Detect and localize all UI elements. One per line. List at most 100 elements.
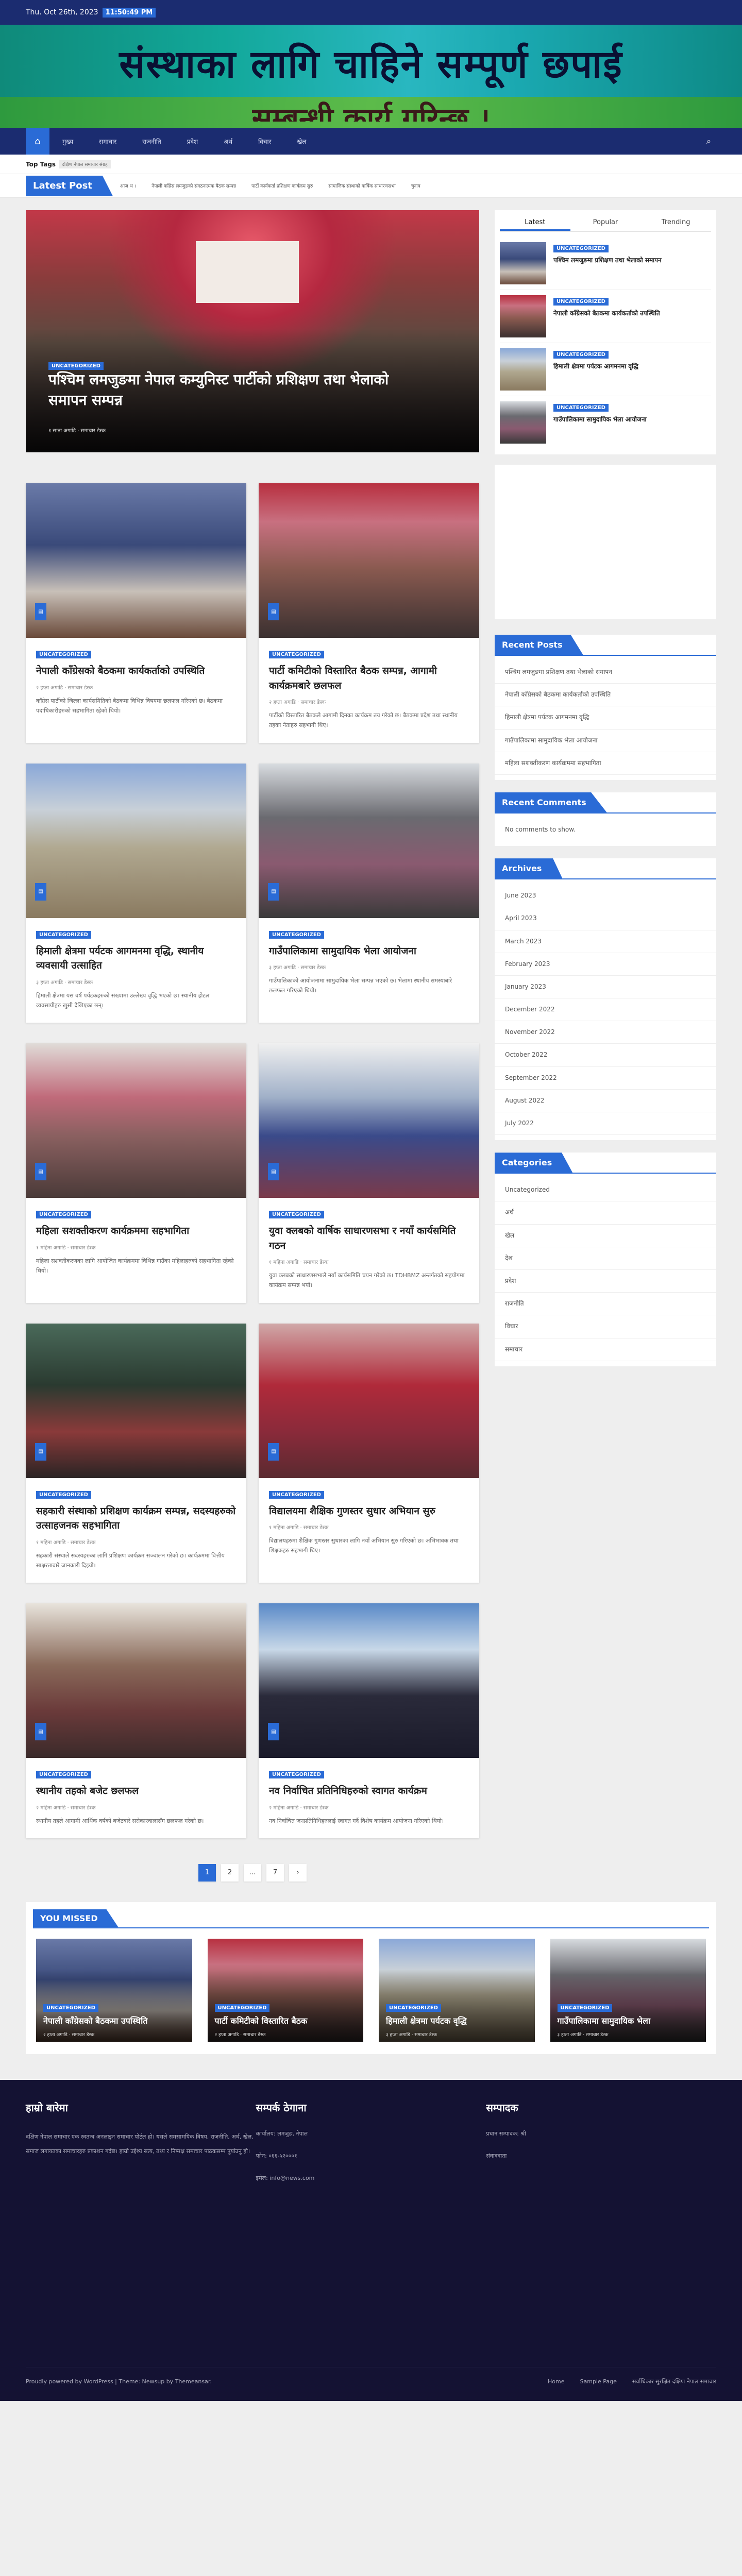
recent-post-link[interactable]: नेपाली काँग्रेसको बैठकमा कार्यकर्ताको उप… xyxy=(495,684,716,707)
category-badge[interactable]: UNCATEGORIZED xyxy=(553,245,609,252)
category-badge[interactable]: UNCATEGORIZED xyxy=(43,2004,98,2012)
top-tag[interactable]: दक्षिण नेपाल समाचार संग्रह xyxy=(59,160,111,168)
category-link[interactable]: Uncategorized xyxy=(495,1179,716,1202)
footer-link[interactable]: संवाददाता xyxy=(486,2152,716,2160)
missed-post-card[interactable]: UNCATEGORIZED हिमाली क्षेत्रमा पर्यटक वृद… xyxy=(379,1938,535,2042)
footer-link[interactable]: प्रधान सम्पादक: श्री xyxy=(486,2130,716,2138)
header-banner[interactable]: संस्थाका लागि चाहिने सम्पूर्ण छपाई सम्बन… xyxy=(0,25,742,128)
ticker-item[interactable]: चुनाव xyxy=(411,182,420,189)
category-badge[interactable]: UNCATEGORIZED xyxy=(48,362,104,370)
post-image[interactable]: ▤ xyxy=(259,1323,479,1478)
nav-item[interactable]: मुख्य xyxy=(49,137,86,146)
category-badge[interactable]: UNCATEGORIZED xyxy=(36,651,91,658)
tab-post-thumb[interactable] xyxy=(500,242,546,284)
footer-link[interactable]: कार्यालय: लमजुङ, नेपाल xyxy=(256,2130,486,2138)
missed-post-card[interactable]: UNCATEGORIZED पार्टी कमिटीको विस्तारित बै… xyxy=(207,1938,363,2042)
tab-post-title[interactable]: नेपाली काँग्रेसको बैठकमा कार्यकर्ताको उप… xyxy=(553,309,660,318)
ticker-item[interactable]: आज भ । xyxy=(120,182,136,189)
tab-post-title[interactable]: पश्चिम लमजुङमा प्रशिक्षण तथा भेलाको समाप… xyxy=(553,256,662,265)
nav-item[interactable]: प्रदेश xyxy=(174,137,211,146)
category-badge[interactable]: UNCATEGORIZED xyxy=(553,298,609,306)
post-image[interactable]: ▤ xyxy=(26,1043,246,1198)
nav-item[interactable]: विचार xyxy=(245,137,284,146)
archive-link[interactable]: August 2022 xyxy=(495,1090,716,1112)
missed-post-card[interactable]: UNCATEGORIZED नेपाली काँग्रेसको बैठकमा उप… xyxy=(36,1938,192,2042)
footer-link[interactable]: इमेल: info@news.com xyxy=(256,2174,486,2182)
post-image[interactable]: ▤ xyxy=(259,483,479,638)
post-card[interactable]: ▤ UNCATEGORIZED युवा क्लबको वार्षिक साधारण… xyxy=(259,1043,479,1303)
post-card[interactable]: ▤ UNCATEGORIZED गाउँपालिकामा सामुदायिक भेल… xyxy=(259,763,479,1023)
page-link[interactable]: 1 xyxy=(198,1863,216,1882)
category-badge[interactable]: UNCATEGORIZED xyxy=(269,1771,324,1778)
tab-post-item[interactable]: UNCATEGORIZED हिमाली क्षेत्रमा पर्यटक आगम… xyxy=(500,343,711,396)
featured-category[interactable]: UNCATEGORIZED xyxy=(48,360,104,370)
category-badge[interactable]: UNCATEGORIZED xyxy=(36,1771,91,1778)
category-link[interactable]: प्रदेश xyxy=(495,1270,716,1293)
recent-post-link[interactable]: महिला सशक्तीकरण कार्यक्रममा सहभागिता xyxy=(495,752,716,775)
post-image[interactable]: ▤ xyxy=(26,483,246,638)
page-link[interactable]: › xyxy=(289,1863,307,1882)
category-badge[interactable]: UNCATEGORIZED xyxy=(36,1490,91,1499)
footer-link[interactable]: फोन: ०६६-५२०००१ xyxy=(256,2152,486,2160)
footer-home-link[interactable]: Home xyxy=(548,2378,564,2385)
nav-item[interactable]: राजनीति xyxy=(129,137,174,146)
category-badge[interactable]: UNCATEGORIZED xyxy=(214,2004,270,2012)
nav-item[interactable]: समाचार xyxy=(86,137,129,146)
page-link[interactable]: 7 xyxy=(266,1863,284,1882)
tab-post-thumb[interactable] xyxy=(500,348,546,391)
category-link[interactable]: समाचार xyxy=(495,1338,716,1361)
post-title[interactable]: हिमाली क्षेत्रमा पर्यटक आगमनमा वृद्धि, स… xyxy=(36,944,236,973)
archive-link[interactable]: June 2023 xyxy=(495,885,716,908)
home-icon[interactable]: ⌂ xyxy=(26,128,49,155)
ticker-item[interactable]: नेपाली काँग्रेस लमजुङको संगठनात्मक बैठक … xyxy=(151,182,236,189)
tab-trending[interactable]: Trending xyxy=(640,215,711,231)
post-card[interactable]: ▤ UNCATEGORIZED महिला सशक्तीकरण कार्यक्रमम… xyxy=(26,1043,246,1303)
tab-latest[interactable]: Latest xyxy=(500,215,570,231)
post-title[interactable]: स्थानीय तहको बजेट छलफल xyxy=(36,1784,236,1799)
post-title[interactable]: सहकारी संस्थाको प्रशिक्षण कार्यक्रम सम्प… xyxy=(36,1504,236,1533)
archive-link[interactable]: March 2023 xyxy=(495,930,716,953)
tab-post-item[interactable]: UNCATEGORIZED नेपाली काँग्रेसको बैठकमा का… xyxy=(500,290,711,343)
category-link[interactable]: अर्थ xyxy=(495,1201,716,1225)
archive-link[interactable]: December 2022 xyxy=(495,998,716,1022)
post-image[interactable]: ▤ xyxy=(259,1603,479,1758)
nav-item[interactable]: अर्थ xyxy=(211,137,245,146)
archive-link[interactable]: February 2023 xyxy=(495,953,716,976)
footer-credit[interactable]: Proudly powered by WordPress | Theme: Ne… xyxy=(26,2378,212,2385)
missed-post-title[interactable]: गाउँपालिकामा सामुदायिक भेला xyxy=(558,2015,699,2027)
archive-link[interactable]: November 2022 xyxy=(495,1021,716,1044)
post-card[interactable]: ▤ UNCATEGORIZED विद्यालयमा शैक्षिक गुणस्तर… xyxy=(259,1323,479,1583)
featured-post[interactable]: UNCATEGORIZED पश्चिम लमजुङमा नेपाल कम्यु… xyxy=(26,210,479,452)
ticker-item[interactable]: पार्टी कार्यकर्ता प्रशिक्षण कार्यक्रम सु… xyxy=(251,182,313,189)
post-title[interactable]: युवा क्लबको वार्षिक साधारणसभा र नयाँ कार… xyxy=(269,1224,469,1253)
post-card[interactable]: ▤ UNCATEGORIZED नेपाली काँग्रेसको बैठकमा क… xyxy=(26,483,246,743)
archive-link[interactable]: July 2022 xyxy=(495,1112,716,1136)
category-link[interactable]: विचार xyxy=(495,1315,716,1338)
archive-link[interactable]: January 2023 xyxy=(495,976,716,999)
post-image[interactable]: ▤ xyxy=(26,1603,246,1758)
recent-post-link[interactable]: गाउँपालिकामा सामुदायिक भेला आयोजना xyxy=(495,730,716,752)
post-title[interactable]: नव निर्वाचित प्रतिनिधिहरुको स्वागत कार्य… xyxy=(269,1784,469,1799)
search-icon[interactable]: ⌕ xyxy=(706,136,711,146)
category-badge[interactable]: UNCATEGORIZED xyxy=(269,1490,324,1499)
missed-post-title[interactable]: नेपाली काँग्रेसको बैठकमा उपस्थिति xyxy=(43,2015,185,2027)
tab-post-item[interactable]: UNCATEGORIZED पश्चिम लमजुङमा प्रशिक्षण तथ… xyxy=(500,237,711,290)
post-card[interactable]: ▤ UNCATEGORIZED हिमाली क्षेत्रमा पर्यटक आग… xyxy=(26,763,246,1023)
post-card[interactable]: ▤ UNCATEGORIZED सहकारी संस्थाको प्रशिक्षण … xyxy=(26,1323,246,1583)
post-card[interactable]: ▤ UNCATEGORIZED पार्टी कमिटीको विस्तारित ब… xyxy=(259,483,479,743)
tab-post-thumb[interactable] xyxy=(500,295,546,337)
footer-sample-page-link[interactable]: Sample Page xyxy=(580,2378,617,2385)
post-image[interactable]: ▤ xyxy=(26,763,246,918)
category-badge[interactable]: UNCATEGORIZED xyxy=(36,1211,91,1218)
nav-item[interactable]: खेल xyxy=(284,137,319,146)
category-link[interactable]: राजनीति xyxy=(495,1293,716,1316)
category-badge[interactable]: UNCATEGORIZED xyxy=(269,1211,324,1218)
missed-post-title[interactable]: हिमाली क्षेत्रमा पर्यटक वृद्धि xyxy=(386,2015,528,2027)
post-title[interactable]: विद्यालयमा शैक्षिक गुणस्तर सुधार अभियान … xyxy=(269,1504,469,1519)
post-title[interactable]: गाउँपालिकामा सामुदायिक भेला आयोजना xyxy=(269,944,469,959)
archive-link[interactable]: September 2022 xyxy=(495,1067,716,1090)
post-card[interactable]: ▤ UNCATEGORIZED नव निर्वाचित प्रतिनिधिहरुक… xyxy=(259,1603,479,1838)
ticker-item[interactable]: सामाजिक संस्थाको वार्षिक साधारणसभा xyxy=(328,182,395,189)
missed-post-title[interactable]: पार्टी कमिटीको विस्तारित बैठक xyxy=(215,2015,357,2027)
featured-title[interactable]: पश्चिम लमजुङमा नेपाल कम्युनिस्ट पार्टीको… xyxy=(48,369,412,411)
